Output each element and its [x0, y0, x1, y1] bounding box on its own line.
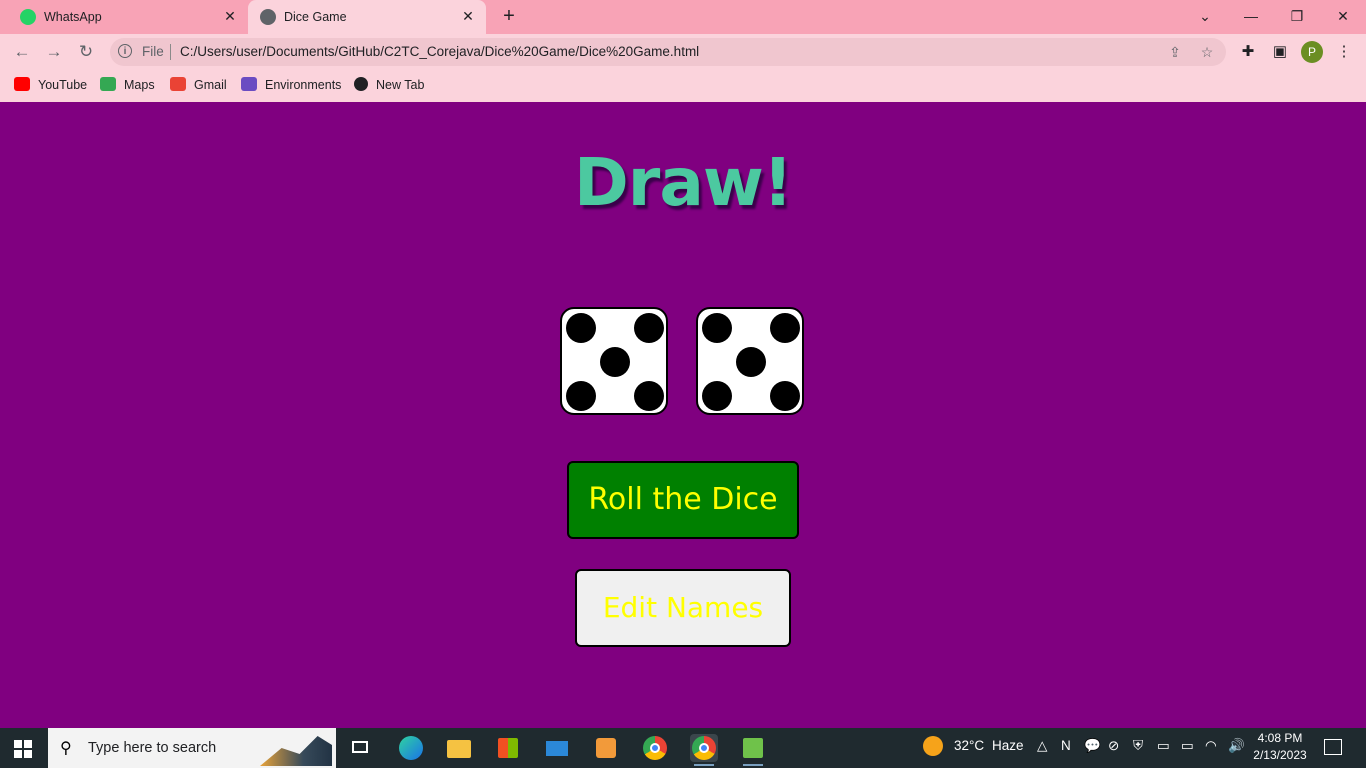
- search-placeholder: Type here to search: [88, 740, 217, 756]
- address-bar[interactable]: i File C:/Users/user/Documents/GitHub/C2…: [110, 38, 1226, 66]
- pip: [770, 381, 800, 411]
- notifications-icon[interactable]: [1324, 739, 1342, 755]
- bookmark-new-tab[interactable]: New Tab: [354, 77, 424, 95]
- bookmark-label: YouTube: [38, 78, 88, 92]
- weather-temp[interactable]: 32°C: [954, 738, 984, 753]
- roll-dice-button[interactable]: Roll the Dice: [567, 461, 799, 539]
- pip: [634, 381, 664, 411]
- mail-icon[interactable]: [543, 734, 571, 762]
- windows-start-icon[interactable]: [14, 740, 32, 758]
- divider: [170, 44, 171, 60]
- scheme-label: File: [142, 44, 164, 59]
- extensions-icon[interactable]: ✚: [1238, 42, 1258, 62]
- tab-whatsapp[interactable]: WhatsApp ✕: [8, 0, 248, 34]
- tab-search-icon[interactable]: ⌄: [1193, 5, 1217, 29]
- task-view-icon[interactable]: [346, 734, 374, 762]
- side-panel-icon[interactable]: ▣: [1270, 42, 1290, 62]
- environments-icon: [241, 77, 257, 91]
- youtube-icon: [14, 77, 30, 91]
- close-icon[interactable]: ✕: [222, 8, 238, 24]
- drive-icon[interactable]: △: [1037, 738, 1047, 754]
- maps-icon: [100, 77, 116, 91]
- bookmarks-bar: YouTube Maps Gmail Environments New Tab: [0, 70, 1366, 102]
- minimize-icon[interactable]: —: [1239, 5, 1263, 29]
- info-icon[interactable]: i: [118, 44, 132, 58]
- tab-strip: WhatsApp ✕ Dice Game ✕ + ⌄ — ❐ ✕: [0, 0, 1366, 34]
- bookmark-label: Gmail: [194, 78, 227, 92]
- network-disconnected-icon[interactable]: ⊘: [1108, 738, 1119, 754]
- edge-icon[interactable]: [397, 734, 425, 762]
- reload-icon[interactable]: ↻: [74, 40, 98, 64]
- avatar[interactable]: P: [1301, 41, 1323, 63]
- bookmark-environments[interactable]: Environments: [241, 77, 341, 95]
- result-heading: Draw!: [574, 144, 793, 221]
- pip: [566, 313, 596, 343]
- tab-title: Dice Game: [284, 10, 347, 24]
- star-icon[interactable]: ☆: [1198, 43, 1216, 61]
- new-tab-button[interactable]: +: [498, 6, 520, 28]
- volume-icon[interactable]: 🔊: [1228, 738, 1245, 754]
- globe-icon: [354, 77, 368, 91]
- security-icon[interactable]: ⛨: [1133, 738, 1143, 754]
- browser-chrome: WhatsApp ✕ Dice Game ✕ + ⌄ — ❐ ✕ ← → ↻ i…: [0, 0, 1366, 102]
- browser-toolbar: ← → ↻ i File C:/Users/user/Documents/Git…: [0, 34, 1366, 70]
- taskbar: ⚲ Type here to search 32°C Haze △ N 💬 ⊘ …: [0, 728, 1366, 768]
- close-icon[interactable]: ✕: [460, 8, 476, 24]
- chat-icon[interactable]: 💬: [1084, 738, 1101, 754]
- weather-icon[interactable]: [921, 734, 947, 760]
- restore-icon[interactable]: ❐: [1285, 5, 1309, 29]
- meet-now-icon[interactable]: ▭: [1157, 738, 1170, 754]
- search-highlight-image: [260, 736, 332, 766]
- store-icon[interactable]: [494, 734, 522, 762]
- notepad-icon[interactable]: [739, 734, 767, 766]
- battery-icon[interactable]: ▭: [1181, 738, 1194, 754]
- window-close-icon[interactable]: ✕: [1331, 5, 1355, 29]
- media-player-icon[interactable]: [592, 734, 620, 762]
- bookmark-youtube[interactable]: YouTube: [14, 77, 87, 95]
- globe-icon: [260, 9, 276, 25]
- chrome-profile-icon[interactable]: [690, 734, 718, 766]
- pip: [566, 381, 596, 411]
- clock-date: 2/13/2023: [1253, 748, 1307, 762]
- die-2: [696, 307, 804, 415]
- back-icon[interactable]: ←: [10, 40, 34, 64]
- whatsapp-icon: [20, 9, 36, 25]
- clock-time: 4:08 PM: [1257, 731, 1303, 745]
- dice-game-page: Draw! Roll the Dice Edit Names: [0, 102, 1366, 728]
- file-explorer-icon[interactable]: [445, 734, 473, 762]
- tab-dice-game[interactable]: Dice Game ✕: [248, 0, 486, 34]
- pip: [634, 313, 664, 343]
- pip: [600, 347, 630, 377]
- search-icon: ⚲: [60, 740, 72, 757]
- bookmark-label: Environments: [265, 78, 342, 92]
- die-1: [560, 307, 668, 415]
- bookmark-label: Maps: [124, 78, 155, 92]
- onenote-icon[interactable]: N: [1061, 738, 1071, 753]
- wifi-icon[interactable]: ◠: [1205, 738, 1217, 754]
- bookmark-maps[interactable]: Maps: [100, 77, 155, 95]
- share-icon[interactable]: ⇪: [1166, 43, 1184, 61]
- chrome-icon[interactable]: [641, 734, 669, 762]
- url-text[interactable]: C:/Users/user/Documents/GitHub/C2TC_Core…: [180, 44, 699, 59]
- pip: [736, 347, 766, 377]
- weather-condition[interactable]: Haze: [992, 738, 1024, 753]
- pip: [702, 313, 732, 343]
- taskbar-clock[interactable]: 4:08 PM 2/13/2023: [1252, 730, 1308, 764]
- pip: [770, 313, 800, 343]
- edit-names-button[interactable]: Edit Names: [575, 569, 791, 647]
- taskbar-search-box[interactable]: ⚲ Type here to search: [48, 728, 336, 768]
- pip: [702, 381, 732, 411]
- forward-icon[interactable]: →: [42, 40, 66, 64]
- tab-title: WhatsApp: [44, 10, 102, 24]
- gmail-icon: [170, 77, 186, 91]
- bookmark-gmail[interactable]: Gmail: [170, 77, 227, 95]
- menu-icon[interactable]: ⋮: [1334, 42, 1354, 62]
- bookmark-label: New Tab: [376, 78, 425, 92]
